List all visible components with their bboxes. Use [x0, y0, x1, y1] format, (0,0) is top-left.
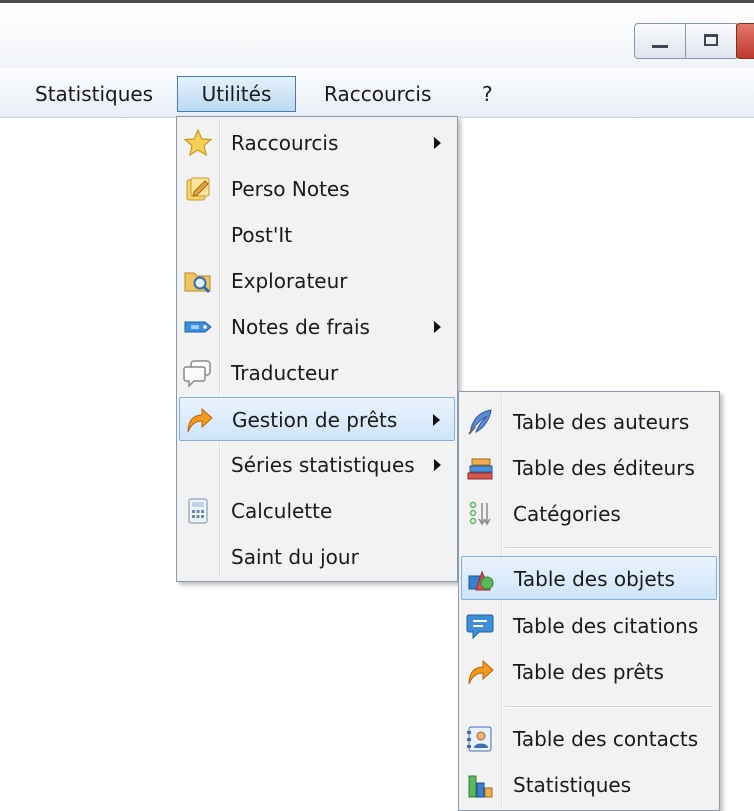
expense-tag-icon	[184, 321, 212, 333]
folder-search-icon	[184, 272, 211, 294]
submenu-item-table-des-editeurs[interactable]: Table des éditeurs	[461, 446, 717, 490]
books-icon	[467, 458, 493, 480]
submenu-item-categories[interactable]: Catégories	[461, 492, 717, 536]
calculator-icon	[188, 498, 208, 524]
menu-item-label: Table des objets	[514, 567, 675, 591]
menu-item-label: Séries statistiques	[231, 453, 415, 477]
quill-icon	[468, 409, 492, 435]
menu-item-raccourcis[interactable]: Raccourcis	[179, 121, 455, 165]
menu-bar: Statistiques Utilités Raccourcis ?	[0, 68, 754, 118]
loan-arrow-icon	[187, 407, 213, 433]
menu-item-saint-du-jour[interactable]: Saint du jour	[179, 535, 455, 579]
contacts-icon	[467, 726, 492, 752]
submenu-item-table-des-prets[interactable]: Table des prêts	[461, 650, 717, 694]
maximize-button[interactable]	[685, 23, 737, 59]
minimize-button[interactable]	[634, 23, 686, 59]
submenu-item-statistiques[interactable]: Statistiques	[461, 763, 717, 807]
close-button[interactable]	[736, 23, 754, 59]
menu-item-perso-notes[interactable]: Perso Notes	[179, 167, 455, 211]
menu-item-label: Notes de frais	[231, 315, 370, 339]
menu-item-label: Statistiques	[513, 773, 632, 797]
submenu-arrow-icon	[433, 414, 440, 426]
menu-item-label: Gestion de prêts	[232, 408, 398, 432]
menu-item-label: Post'It	[231, 223, 293, 247]
menu-item-label: Saint du jour	[231, 545, 359, 569]
submenu-arrow-icon	[434, 137, 441, 149]
quote-bubble-icon	[466, 614, 494, 640]
submenu-arrow-icon	[434, 459, 441, 471]
minimize-icon	[652, 45, 668, 48]
submenu-item-table-des-citations[interactable]: Table des citations	[461, 604, 717, 648]
menu-raccourcis[interactable]: Raccourcis	[312, 76, 443, 112]
menu-item-label: Traducteur	[231, 361, 339, 385]
menu-item-label: Calculette	[231, 499, 333, 523]
submenu-item-table-des-auteurs[interactable]: Table des auteurs	[461, 400, 717, 444]
menu-help[interactable]: ?	[470, 76, 505, 112]
menu-separator	[505, 547, 713, 549]
window-title-bar	[0, 0, 754, 68]
menu-item-traducteur[interactable]: Traducteur	[179, 351, 455, 395]
submenu-item-table-des-objets[interactable]: Table des objets	[461, 556, 717, 600]
menu-item-label: Catégories	[513, 502, 621, 526]
submenu-arrow-icon	[434, 321, 441, 333]
menu-item-label: Table des contacts	[513, 727, 699, 751]
menu-item-notes-de-frais[interactable]: Notes de frais	[179, 305, 455, 349]
loan-arrow-icon	[468, 659, 494, 685]
maximize-icon	[704, 34, 718, 46]
utilities-menu: Raccourcis Perso Notes Post'It Explorate…	[176, 116, 458, 582]
menu-item-label: Raccourcis	[231, 131, 339, 155]
menu-item-explorateur[interactable]: Explorateur	[179, 259, 455, 303]
sort-categories-icon	[469, 501, 491, 526]
menu-item-gestion-de-prets[interactable]: Gestion de prêts	[179, 397, 455, 441]
menu-separator	[505, 706, 713, 708]
menu-utilites[interactable]: Utilités	[177, 76, 296, 112]
menu-item-label: Perso Notes	[231, 177, 350, 201]
bar-chart-icon	[468, 775, 493, 798]
menu-item-label: Table des citations	[513, 614, 699, 638]
menu-item-label: Table des auteurs	[513, 410, 690, 434]
menu-item-postit[interactable]: Post'It	[179, 213, 455, 257]
loans-submenu: Table des auteurs Table des éditeurs Cat…	[458, 391, 720, 811]
menu-item-label: Table des prêts	[513, 660, 664, 684]
menu-item-label: Explorateur	[231, 269, 348, 293]
objects-icon	[468, 570, 494, 591]
menu-item-calculette[interactable]: Calculette	[179, 489, 455, 533]
notes-icon	[186, 177, 210, 201]
star-icon	[183, 128, 213, 157]
menu-statistiques[interactable]: Statistiques	[23, 76, 165, 112]
menu-item-series-statistiques[interactable]: Séries statistiques	[179, 443, 455, 487]
menu-item-label: Table des éditeurs	[513, 456, 695, 480]
submenu-item-table-des-contacts[interactable]: Table des contacts	[461, 717, 717, 761]
speech-bubbles-icon	[183, 360, 211, 388]
